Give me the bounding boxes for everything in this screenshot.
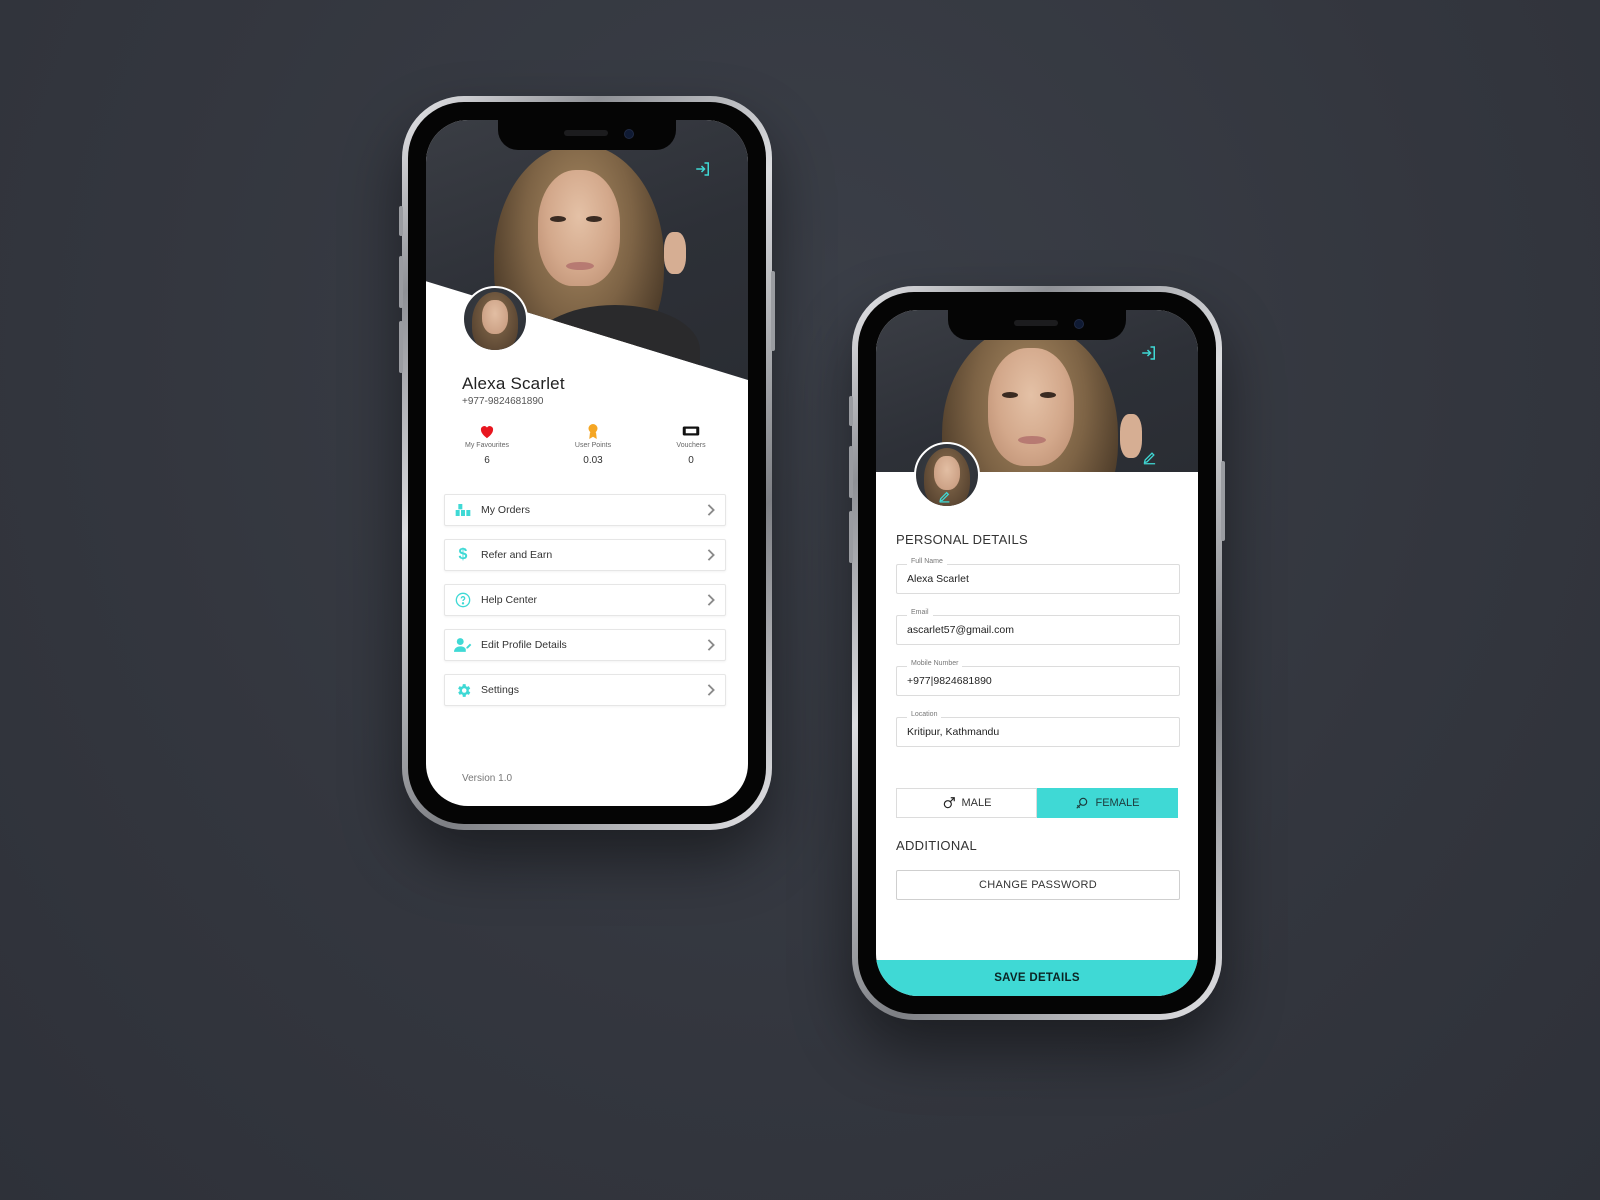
stat-label: Vouchers: [676, 442, 706, 449]
chevron-right-icon: [697, 594, 725, 606]
gender-toggle: MALE FEMALE: [896, 788, 1178, 818]
male-icon: [943, 797, 955, 809]
field-value: Kritipur, Kathmandu: [907, 726, 1000, 738]
stat-value: 0: [688, 455, 694, 466]
side-button: [849, 511, 853, 563]
side-button: [399, 321, 403, 373]
logout-icon[interactable]: [694, 160, 712, 183]
mobile-number-field[interactable]: Mobile Number +977|9824681890: [896, 660, 1180, 696]
menu-item-help-center[interactable]: Help Center: [444, 584, 726, 616]
field-label: Mobile Number: [907, 660, 963, 667]
field-label: Full Name: [907, 558, 947, 565]
logout-icon[interactable]: [1140, 344, 1158, 367]
photo-lips: [1018, 436, 1046, 444]
stat-value: 0.03: [583, 455, 603, 466]
stat-favourites[interactable]: My Favourites 6: [442, 422, 532, 466]
stat-points[interactable]: User Points 0.03: [548, 422, 638, 466]
profile-phone: +977-9824681890: [462, 396, 544, 407]
menu-label: My Orders: [481, 504, 531, 516]
chevron-right-icon: [697, 684, 725, 696]
menu-item-edit-profile[interactable]: Edit Profile Details: [444, 629, 726, 661]
field-value: Alexa Scarlet: [907, 573, 969, 585]
menu-label: Edit Profile Details: [481, 639, 567, 651]
gender-male-label: MALE: [961, 797, 992, 809]
photo-eye: [586, 216, 602, 222]
menu-item-my-orders[interactable]: My Orders: [444, 494, 726, 526]
photo-eye: [550, 216, 566, 222]
additional-heading: ADDITIONAL: [896, 838, 978, 853]
save-details-button[interactable]: SAVE DETAILS: [876, 960, 1198, 996]
full-name-field[interactable]: Full Name Alexa Scarlet: [896, 558, 1180, 594]
stat-label: User Points: [574, 442, 612, 449]
menu-label: Refer and Earn: [481, 549, 553, 561]
stat-value: 6: [484, 455, 490, 466]
phone-right: PERSONAL DETAILS Full Name Alexa Scarlet…: [849, 286, 1225, 1020]
gear-icon: [445, 682, 481, 699]
chevron-right-icon: [697, 549, 725, 561]
side-button: [849, 446, 853, 498]
avatar[interactable]: [462, 286, 528, 352]
version-text: Version 1.0: [462, 773, 513, 784]
photo-face: [988, 348, 1074, 466]
change-password-button[interactable]: CHANGE PASSWORD: [896, 870, 1180, 900]
gender-female-button[interactable]: FEMALE: [1037, 788, 1178, 818]
personal-details-heading: PERSONAL DETAILS: [896, 532, 1028, 547]
email-field[interactable]: Email ascarlet57@gmail.com: [896, 609, 1180, 645]
stat-vouchers[interactable]: Vouchers 0: [646, 422, 736, 466]
photo-hand: [664, 232, 686, 274]
menu-item-refer-and-earn[interactable]: $ Refer and Earn: [444, 539, 726, 571]
chevron-right-icon: [697, 639, 725, 651]
heart-icon: [442, 422, 532, 440]
field-value: +977|9824681890: [907, 675, 992, 687]
medal-icon: [548, 422, 638, 440]
side-button: [849, 396, 853, 426]
menu-label: Help Center: [481, 594, 538, 606]
boxes-icon: [445, 503, 481, 517]
bezel: PERSONAL DETAILS Full Name Alexa Scarlet…: [858, 292, 1216, 1014]
gender-male-button[interactable]: MALE: [896, 788, 1037, 818]
edit-user-icon: [445, 637, 481, 653]
photo-eye: [1040, 392, 1056, 398]
photo-lips: [566, 262, 594, 270]
field-label: Location: [907, 711, 942, 718]
bezel: Alexa Scarlet +977-9824681890 My Favouri…: [408, 102, 766, 824]
menu-item-settings[interactable]: Settings: [444, 674, 726, 706]
dollar-icon: $: [458, 546, 468, 563]
edit-avatar-icon[interactable]: [938, 490, 951, 508]
side-button: [1221, 461, 1225, 541]
notch: [498, 120, 676, 150]
location-field[interactable]: Location Kritipur, Kathmandu: [896, 711, 1180, 747]
chevron-right-icon: [697, 504, 725, 516]
side-button: [399, 256, 403, 308]
side-button: [399, 206, 403, 236]
photo-hand: [1120, 414, 1142, 458]
phone-left: Alexa Scarlet +977-9824681890 My Favouri…: [399, 96, 775, 830]
help-icon: [445, 592, 481, 608]
menu-label: Settings: [481, 684, 519, 696]
ticket-icon: [646, 422, 736, 440]
side-button: [771, 271, 775, 351]
notch: [948, 310, 1126, 340]
profile-name: Alexa Scarlet: [462, 374, 565, 393]
gender-female-label: FEMALE: [1095, 797, 1140, 809]
female-icon: [1076, 797, 1088, 809]
profile-screen: Alexa Scarlet +977-9824681890 My Favouri…: [426, 120, 748, 806]
photo-eye: [1002, 392, 1018, 398]
edit-cover-icon[interactable]: [1142, 450, 1157, 470]
edit-profile-screen: PERSONAL DETAILS Full Name Alexa Scarlet…: [876, 310, 1198, 996]
stat-label: My Favourites: [465, 442, 509, 449]
field-label: Email: [907, 609, 933, 616]
field-value: ascarlet57@gmail.com: [907, 624, 1014, 636]
